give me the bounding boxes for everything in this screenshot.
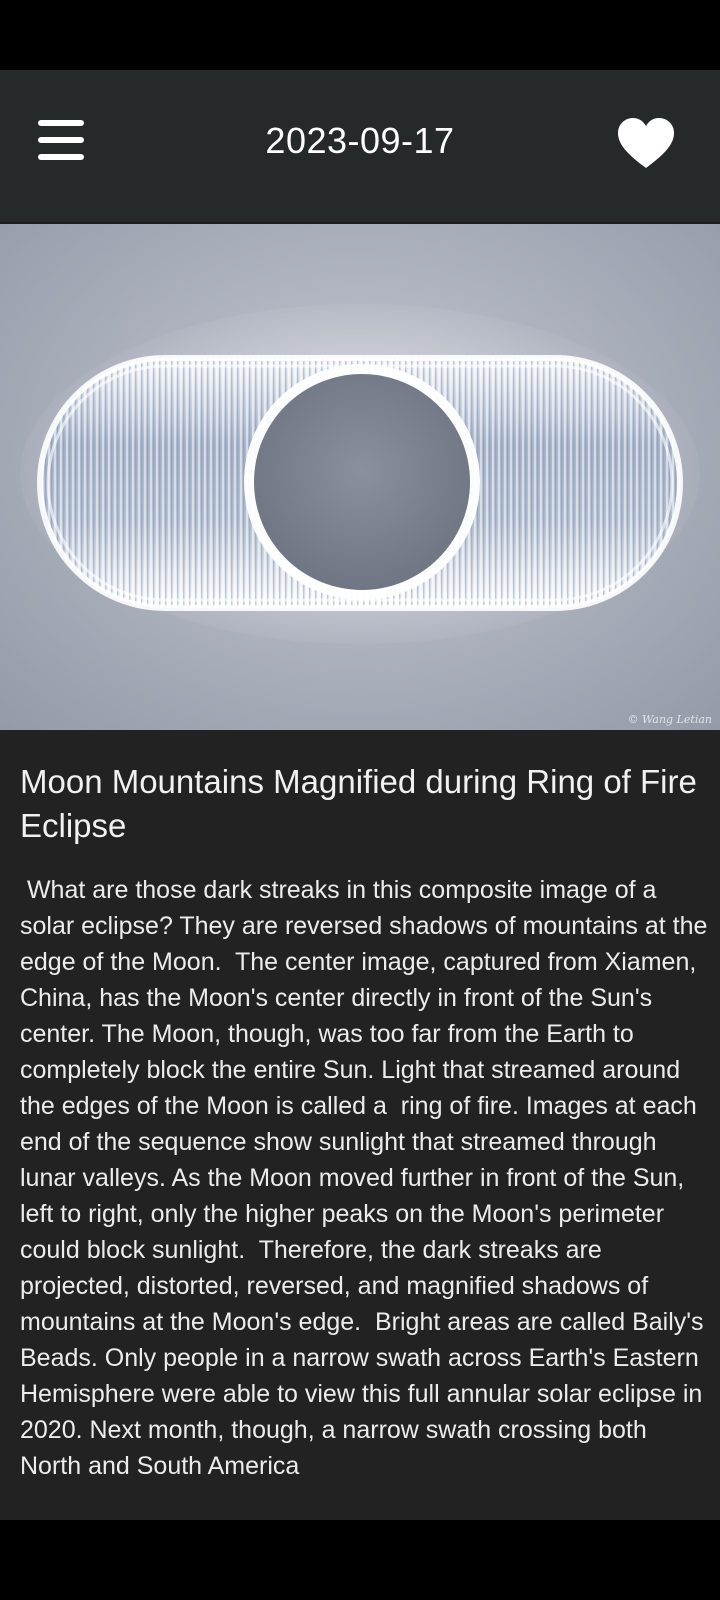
eclipse-image[interactable]: © Wang Letian [0, 224, 720, 730]
navigation-bar [0, 1520, 720, 1600]
eclipse-photo [20, 304, 700, 644]
page-title: 2023-09-17 [265, 120, 455, 161]
image-credit: © Wang Letian [627, 713, 712, 726]
article-title: Moon Mountains Magnified during Ring of … [20, 763, 697, 844]
article-body: What are those dark streaks in this comp… [20, 876, 715, 1480]
status-bar [0, 0, 720, 70]
app-bar: 2023-09-17 [0, 70, 720, 224]
favorite-button[interactable] [615, 116, 677, 172]
heart-icon [618, 118, 674, 168]
article-content[interactable]: Moon Mountains Magnified during Ring of … [0, 730, 720, 1520]
